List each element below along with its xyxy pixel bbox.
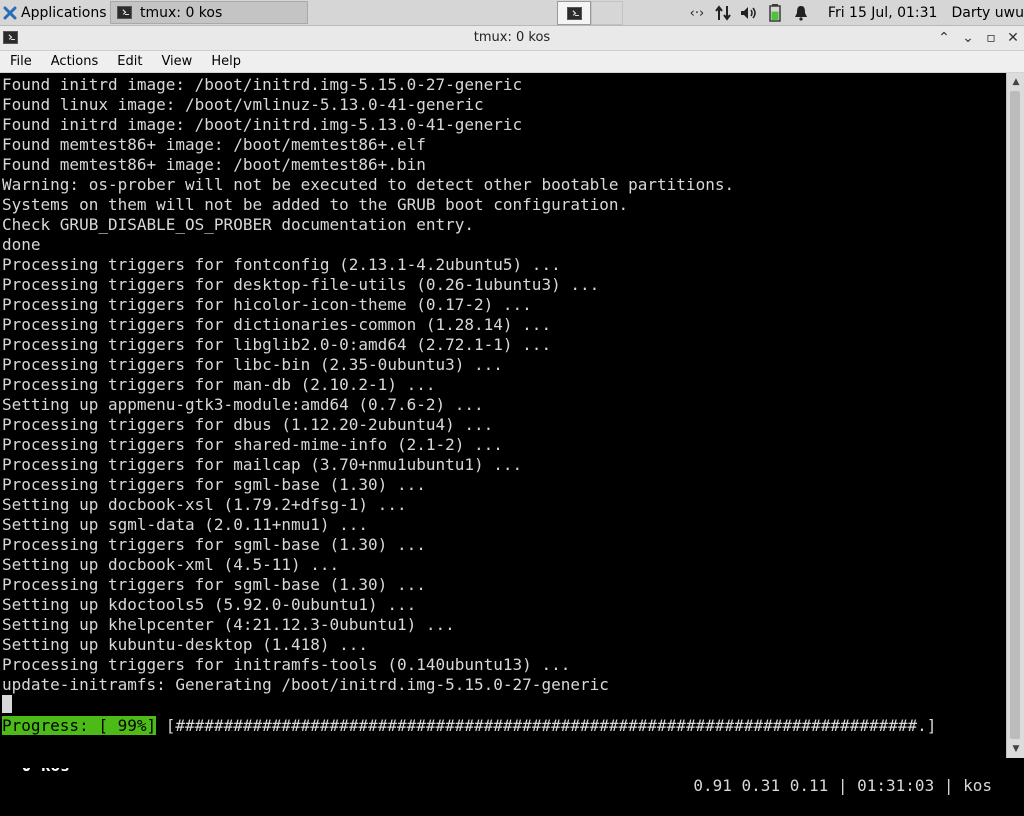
apt-progress: Progress: [ 99%] [######################… xyxy=(2,716,936,736)
workspace-2-button[interactable] xyxy=(591,1,623,25)
terminal-line: Processing triggers for shared-mime-info… xyxy=(2,435,503,454)
terminal-line: Setting up docbook-xml (4.5-11) ... xyxy=(2,555,340,574)
battery-level-fill xyxy=(771,11,779,20)
terminal-line: Processing triggers for libglib2.0-0:amd… xyxy=(2,335,552,354)
terminal-line: Found memtest86+ image: /boot/memtest86+… xyxy=(2,135,426,154)
tmux-status-bar: *0 kos* 0.91 0.31 0.11 | 01:31:03 | kos xyxy=(0,736,1006,795)
menu-view[interactable]: View xyxy=(151,54,201,69)
terminal-line: Found linux image: /boot/vmlinuz-5.13.0-… xyxy=(2,95,484,114)
network-icon[interactable]: ‹·› xyxy=(684,0,710,26)
terminal-line: Setting up kdoctools5 (5.92.0-0ubuntu1) … xyxy=(2,595,417,614)
close-button[interactable]: ✕ xyxy=(1005,30,1021,46)
terminal-line: Setting up docbook-xsl (1.79.2+dfsg-1) .… xyxy=(2,495,407,514)
progress-label: Progress: [ 99%] xyxy=(2,716,157,735)
terminal-line: Processing triggers for libc-bin (2.35-0… xyxy=(2,355,503,374)
maximize-button[interactable]: ▫ xyxy=(983,30,999,46)
battery-icon[interactable] xyxy=(762,0,788,26)
menu-help[interactable]: Help xyxy=(201,54,250,69)
terminal-line: Processing triggers for sgml-base (1.30)… xyxy=(2,475,426,494)
tmux-status-right: 0.91 0.31 0.11 | 01:31:03 | kos xyxy=(693,776,992,795)
workspace-1-button[interactable] xyxy=(557,1,591,25)
speaker-icon xyxy=(740,7,756,19)
terminal-line: Warning: os-prober will not be executed … xyxy=(2,175,735,194)
terminal-line: Found initrd image: /boot/initrd.img-5.1… xyxy=(2,115,523,134)
battery-shape-icon xyxy=(769,4,781,22)
terminal-line: Systems on them will not be added to the… xyxy=(2,195,629,214)
terminal-line: Check GRUB_DISABLE_OS_PROBER documentati… xyxy=(2,215,475,234)
window-titlebar[interactable]: tmux: 0 kos ⌃ ⌄ ▫ ✕ xyxy=(0,26,1024,51)
terminal-line: Processing triggers for sgml-base (1.30)… xyxy=(2,535,426,554)
terminal-line: Processing triggers for initramfs-tools … xyxy=(2,655,571,674)
minimize-button[interactable]: ⌄ xyxy=(960,30,976,46)
scroll-up-arrow-icon[interactable]: ▲ xyxy=(1009,74,1023,90)
terminal-area[interactable]: Found initrd image: /boot/initrd.img-5.1… xyxy=(0,73,1006,795)
top-panel: Applications tmux: 0 kos ‹·› Fri 15 Jul,… xyxy=(0,0,1024,26)
shade-button[interactable]: ⌃ xyxy=(936,30,952,46)
terminal-icon xyxy=(566,6,582,20)
terminal-line: Setting up sgml-data (2.0.11+nmu1) ... xyxy=(2,515,369,534)
window-bottom-edge xyxy=(0,758,1024,768)
volume-icon[interactable] xyxy=(736,0,762,26)
applications-menu-button[interactable]: Applications xyxy=(0,0,108,26)
terminal-line: Processing triggers for man-db (2.10.2-1… xyxy=(2,375,436,394)
transfer-arrows-icon xyxy=(715,5,731,21)
terminal-line: Setting up appmenu-gtk3-module:amd64 (0.… xyxy=(2,395,484,414)
terminal-line: Found memtest86+ image: /boot/memtest86+… xyxy=(2,155,426,174)
terminal-line: Processing triggers for sgml-base (1.30)… xyxy=(2,575,426,594)
xfce-logo-icon xyxy=(3,6,17,20)
transfer-icon[interactable] xyxy=(710,0,736,26)
clock[interactable]: Fri 15 Jul, 01:31 xyxy=(828,5,938,21)
applications-label: Applications xyxy=(21,5,107,21)
terminal-line: update-initramfs: Generating /boot/initr… xyxy=(2,675,609,694)
terminal-line: Processing triggers for dbus (1.12.20-2u… xyxy=(2,415,494,434)
terminal-icon xyxy=(117,6,132,19)
terminal-line: Setting up khelpcenter (4:21.12.3-0ubunt… xyxy=(2,615,455,634)
terminal-line: Processing triggers for dictionaries-com… xyxy=(2,315,552,334)
menu-actions[interactable]: Actions xyxy=(41,54,108,69)
scroll-down-arrow-icon[interactable]: ▼ xyxy=(1009,741,1023,757)
progress-bar-text: [#######################################… xyxy=(165,716,937,735)
bell-icon xyxy=(794,6,807,21)
notification-bell-icon[interactable] xyxy=(788,0,814,26)
menubar: File Actions Edit View Help xyxy=(0,51,1024,73)
user-menu[interactable]: Darty uwu xyxy=(951,5,1024,21)
taskbar-window-button[interactable]: tmux: 0 kos xyxy=(110,1,308,24)
system-tray: ‹·› Fri 15 Jul, 01:31 Darty uwu xyxy=(684,0,1024,26)
terminal-line: Processing triggers for desktop-file-uti… xyxy=(2,275,600,294)
terminal-line: Found initrd image: /boot/initrd.img-5.1… xyxy=(2,75,523,94)
terminal-scrollbar[interactable]: ▲ ▼ xyxy=(1006,73,1024,758)
terminal-line: Processing triggers for mailcap (3.70+nm… xyxy=(2,455,523,474)
terminal-line: done xyxy=(2,235,41,254)
terminal-line: Processing triggers for fontconfig (2.13… xyxy=(2,255,561,274)
window-title: tmux: 0 kos xyxy=(473,30,551,45)
menu-file[interactable]: File xyxy=(0,54,41,69)
terminal-line: Setting up kubuntu-desktop (1.418) ... xyxy=(2,635,369,654)
scrollbar-thumb[interactable] xyxy=(1010,91,1020,739)
terminal-line: Processing triggers for hicolor-icon-the… xyxy=(2,295,532,314)
taskbar-window-label: tmux: 0 kos xyxy=(140,4,223,21)
menu-edit[interactable]: Edit xyxy=(107,54,151,69)
terminal-cursor xyxy=(2,695,12,713)
